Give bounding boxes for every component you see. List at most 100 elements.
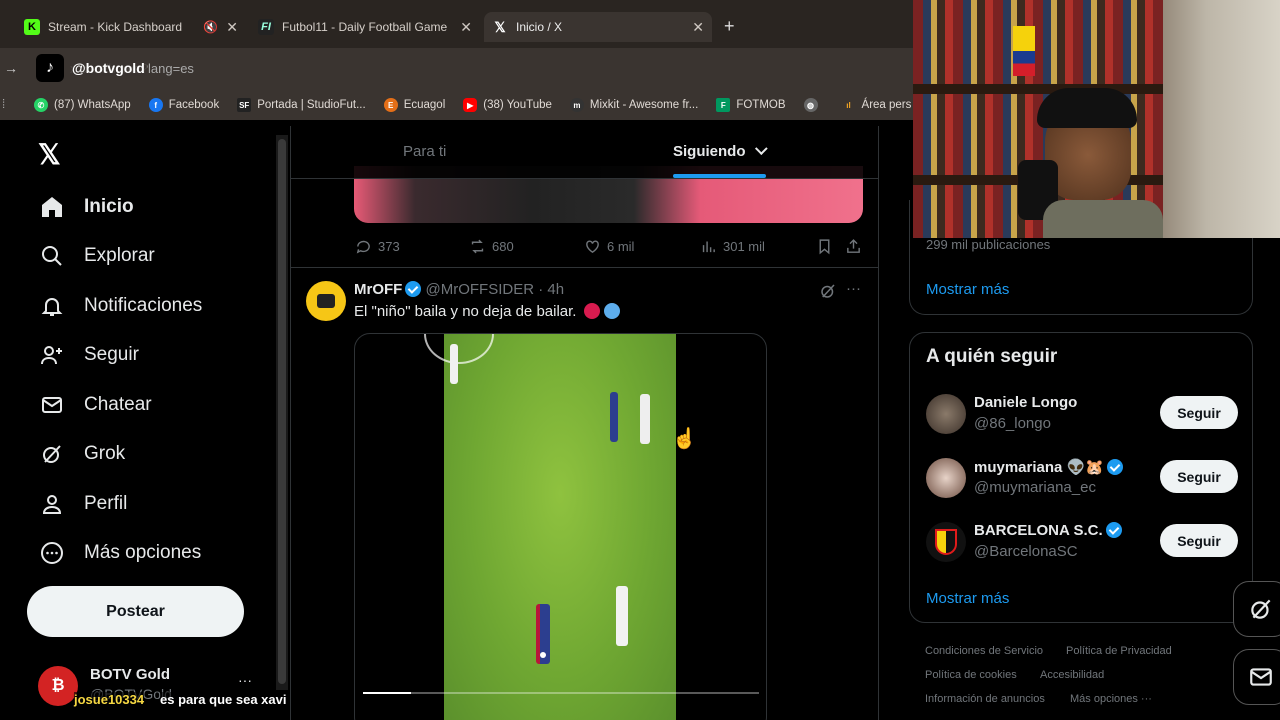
close-icon[interactable]: ✕: [226, 19, 238, 36]
show-more-link[interactable]: Mostrar más: [926, 590, 1009, 607]
x-logo-icon[interactable]: 𝕏: [38, 138, 61, 171]
streamer-hair: [1037, 88, 1137, 128]
tab-para-ti[interactable]: Para ti: [403, 143, 446, 160]
blue-circle-emoji: [603, 303, 620, 319]
avatar[interactable]: ₿: [38, 666, 78, 706]
sidebar-item-chatear[interactable]: Chatear: [38, 391, 152, 419]
grok-icon: [38, 440, 66, 468]
account-more-icon[interactable]: ···: [238, 672, 252, 688]
video-progress-track[interactable]: [363, 692, 759, 694]
grok-float-button[interactable]: [1233, 581, 1280, 637]
repost-action[interactable]: 680: [469, 238, 514, 255]
sidebar-item-explorar[interactable]: Explorar: [38, 242, 155, 270]
tweet-author[interactable]: MrOFF: [354, 281, 402, 298]
footer-link[interactable]: Condiciones de Servicio: [925, 645, 1043, 657]
bookmark-fotmob[interactable]: F FOTMOB: [716, 98, 786, 112]
like-action[interactable]: 6 mil: [584, 238, 634, 255]
footer-link[interactable]: Política de Privacidad: [1066, 645, 1172, 657]
tweet-handle[interactable]: @MrOFFSIDER: [426, 281, 535, 298]
pitch-line: [424, 334, 494, 364]
follow-suggestion[interactable]: Daniele Longo @86_longo Seguir: [926, 394, 1238, 450]
new-tab-button[interactable]: +: [724, 16, 735, 37]
tab-kick[interactable]: K Stream - Kick Dashboard 🔇 ✕: [16, 12, 246, 42]
sidebar-item-notificaciones[interactable]: Notificaciones: [38, 292, 202, 320]
tiktok-icon: ♪: [36, 54, 64, 82]
fotmob-icon: F: [716, 98, 731, 112]
follow-button[interactable]: Seguir: [1160, 524, 1238, 557]
close-icon[interactable]: ✕: [460, 19, 472, 36]
reply-icon: [356, 240, 370, 254]
tweet-time[interactable]: · 4h: [538, 281, 564, 298]
avatar[interactable]: [926, 522, 966, 562]
footer-link[interactable]: Política de cookies: [925, 669, 1017, 681]
more-icon[interactable]: ···: [846, 280, 861, 297]
follow-button[interactable]: Seguir: [1160, 396, 1238, 429]
bookmark-icon[interactable]: [816, 238, 839, 255]
sidebar-item-seguir[interactable]: Seguir: [38, 341, 139, 369]
webcam-overlay: [913, 0, 1280, 238]
show-more-link[interactable]: Mostrar más: [926, 281, 1009, 298]
tab-futbol11[interactable]: FI Futbol11 - Daily Football Game ✕: [250, 12, 480, 42]
area-icon: ıl: [846, 100, 851, 110]
close-icon[interactable]: ✕: [692, 19, 704, 36]
bookmark-ecuagol[interactable]: E Ecuagol: [383, 98, 445, 112]
trend-count: 299 mil publicaciones: [926, 237, 1051, 252]
bookmark-facebook[interactable]: f Facebook: [148, 98, 219, 112]
player: [640, 394, 650, 444]
mouse-cursor: ☝: [672, 428, 697, 450]
reply-action[interactable]: 373: [355, 238, 400, 255]
scrollbar-thumb[interactable]: [278, 139, 286, 684]
sidebar-item-mas-opciones[interactable]: Más opciones: [38, 539, 201, 567]
sidebar-item-inicio[interactable]: Inicio: [38, 193, 134, 221]
follow-suggestion[interactable]: muymariana 👽🐹 @muymariana_ec Seguir: [926, 458, 1238, 514]
who-to-follow-card: A quién seguir Daniele Longo @86_longo S…: [909, 332, 1253, 623]
home-icon: [38, 193, 66, 221]
post-button[interactable]: Postear: [27, 586, 244, 637]
footer-link[interactable]: Información de anuncios: [925, 693, 1045, 705]
heart-icon: [586, 240, 599, 254]
chevron-down-icon: [754, 142, 768, 156]
footer-link[interactable]: Accesibilidad: [1040, 669, 1104, 681]
views-action[interactable]: 301 mil: [700, 238, 765, 255]
verified-badge-icon: [1105, 522, 1122, 538]
streamer-shirt: [1043, 200, 1163, 238]
sidebar-item-grok[interactable]: Grok: [38, 440, 125, 468]
sidebar-scrollbar[interactable]: [276, 135, 288, 690]
whatsapp-icon: ✆: [34, 98, 48, 112]
youtube-icon: ▶: [463, 98, 478, 112]
repost-icon: [471, 239, 484, 254]
messages-float-button[interactable]: [1233, 649, 1280, 705]
tab-x-home[interactable]: 𝕏 Inicio / X ✕: [484, 12, 712, 42]
tweet-avatar[interactable]: [306, 281, 346, 321]
follow-suggestion[interactable]: BARCELONA S.C. @BarcelonaSC Seguir: [926, 522, 1238, 578]
bookmark-studiofut[interactable]: SF Portada | StudioFut...: [237, 98, 366, 112]
bookmark-globe[interactable]: ◍: [803, 98, 824, 112]
player: [450, 344, 458, 384]
ecuagol-icon: E: [383, 98, 398, 112]
tab-siguiendo[interactable]: Siguiendo: [673, 142, 768, 160]
back-icon[interactable]: →: [4, 60, 18, 76]
share-icon[interactable]: [845, 238, 868, 255]
bookmark-area[interactable]: ıl Área pers: [842, 98, 911, 112]
verified-badge-icon: [405, 281, 422, 297]
grok-icon[interactable]: [819, 282, 837, 300]
follow-button[interactable]: Seguir: [1160, 460, 1238, 493]
feed-tabs: Para ti Siguiendo: [291, 126, 878, 179]
avatar[interactable]: [926, 458, 966, 498]
bookmark-youtube[interactable]: ▶ (38) YouTube: [463, 98, 552, 112]
bookmark-whatsapp[interactable]: ✆ (87) WhatsApp: [34, 98, 131, 112]
video-frame: [424, 334, 676, 720]
ball: [540, 652, 546, 658]
tweet-video[interactable]: [354, 333, 767, 720]
mixkit-icon: m: [569, 98, 584, 112]
bookmark-mixkit[interactable]: m Mixkit - Awesome fr...: [569, 98, 698, 112]
sidebar-item-perfil[interactable]: Perfil: [38, 490, 127, 518]
mute-icon[interactable]: 🔇: [203, 20, 218, 34]
apps-icon[interactable]: ⁞: [0, 99, 34, 111]
add-user-icon: [38, 341, 66, 369]
search-icon: [38, 242, 66, 270]
footer-link[interactable]: Más opciones ···: [1070, 693, 1152, 705]
player: [616, 586, 628, 646]
avatar[interactable]: [926, 394, 966, 434]
views-icon: [702, 241, 715, 253]
